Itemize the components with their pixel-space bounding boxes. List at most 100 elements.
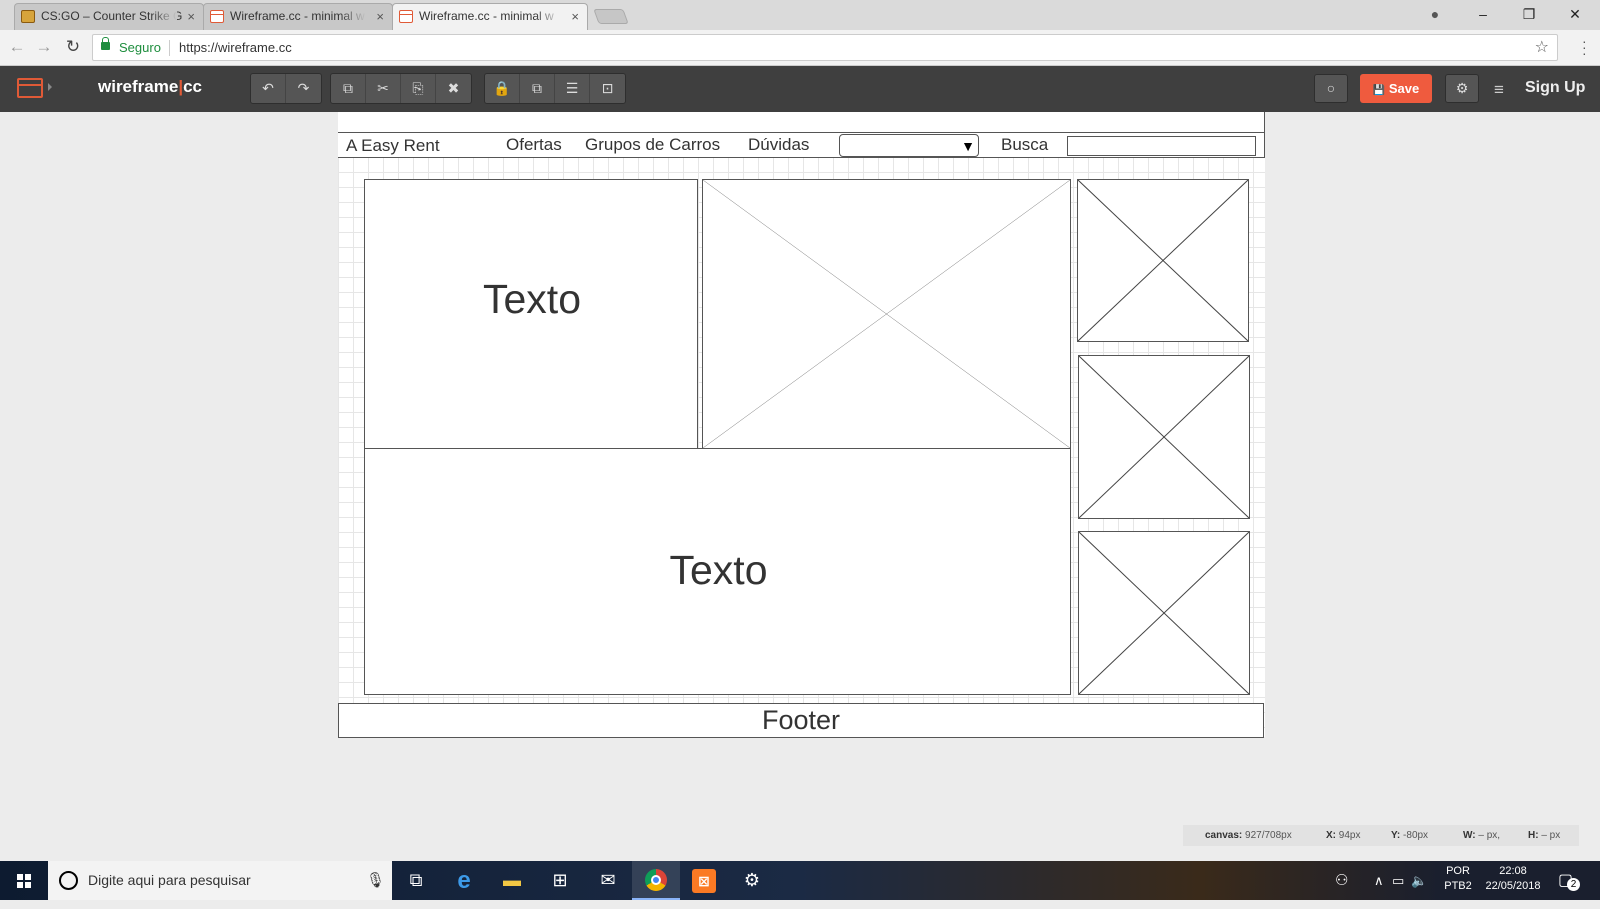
wireframe-favicon-icon: [399, 10, 413, 23]
placeholder-cross-icon: [1079, 356, 1249, 518]
search-label: Busca: [1001, 135, 1049, 154]
clock[interactable]: 22:08 22/05/2018: [1480, 865, 1546, 904]
lock-icon: [101, 37, 110, 50]
wireframe-navbar[interactable]: A Easy Rent Ofertas Grupos de Carros Dúv…: [338, 132, 1265, 158]
canvas-stage: A Easy Rent Ofertas Grupos de Carros Dúv…: [0, 112, 1600, 832]
tab-csgo[interactable]: CS:GO – Counter Strike G ×: [14, 3, 204, 30]
nav-link-duvidas: Dúvidas: [748, 135, 810, 154]
microphone-icon[interactable]: 🎙: [366, 871, 385, 889]
start-button[interactable]: [0, 861, 48, 900]
save-button[interactable]: 💾 Save: [1360, 74, 1432, 103]
tab-title: Wireframe.cc - minimal w: [419, 9, 554, 23]
mail-icon[interactable]: ✉: [584, 861, 632, 900]
canvas-size: 927/708px: [1245, 830, 1292, 841]
tab-wireframe-2[interactable]: Wireframe.cc - minimal w ×: [392, 3, 588, 30]
language-indicator[interactable]: POR PTB2: [1443, 865, 1473, 904]
h-value: – px: [1541, 830, 1561, 841]
arrange-group: 🔒 ⧉ ☰ ⊡: [484, 73, 626, 104]
volume-icon[interactable]: 🔈: [1411, 861, 1427, 900]
network-icon[interactable]: ▭: [1392, 861, 1404, 900]
taskbar-search[interactable]: Digite aqui para pesquisar 🎙: [48, 861, 392, 900]
align-button[interactable]: ☰: [555, 74, 590, 103]
image-placeholder-large[interactable]: [702, 179, 1071, 449]
paste-button[interactable]: ⎘: [401, 74, 436, 103]
status-bar: canvas: 927/708px X: 94px Y: -80px W: – …: [1183, 825, 1579, 846]
notifications-icon[interactable]: ▢ 2: [1558, 870, 1580, 909]
group-button[interactable]: ⊡: [590, 74, 625, 103]
restore-button[interactable]: ❐: [1506, 0, 1552, 28]
tab-close-icon[interactable]: ×: [187, 4, 195, 29]
page-menu-arrow-icon[interactable]: [48, 83, 52, 91]
cortana-icon: [59, 871, 78, 890]
tray-chevron-icon[interactable]: ∧: [1374, 861, 1384, 900]
omnibox[interactable]: Seguro https://wireframe.cc ☆: [92, 34, 1558, 61]
chrome-menu-icon[interactable]: · · ·: [1582, 34, 1587, 60]
top-strip[interactable]: [338, 112, 1265, 132]
image-placeholder-small-1[interactable]: [1077, 179, 1249, 342]
file-explorer-icon[interactable]: ▬: [488, 861, 536, 900]
address-bar-row: ← → ↻ Seguro https://wireframe.cc ☆ · · ·: [0, 30, 1600, 66]
xampp-icon[interactable]: ⊠: [680, 861, 728, 900]
store-icon[interactable]: ⊞: [536, 861, 584, 900]
minimize-button[interactable]: –: [1460, 0, 1506, 28]
placeholder-cross-icon: [703, 180, 1070, 448]
taskbar-search-placeholder: Digite aqui para pesquisar: [88, 872, 251, 888]
url-text[interactable]: https://wireframe.cc: [179, 35, 292, 60]
text-box-bottom[interactable]: Texto: [364, 448, 1071, 695]
bring-front-button[interactable]: ⧉: [520, 74, 555, 103]
history-group: ↶ ↷: [250, 73, 322, 104]
lock-button[interactable]: 🔒: [485, 74, 520, 103]
wireframe-toolbar: wireframe|cc ↶ ↷ ⧉ ✂ ⎘ ✖ 🔒 ⧉ ☰ ⊡ ○ 💾 Sav…: [0, 66, 1600, 112]
image-placeholder-small-2[interactable]: [1078, 355, 1250, 519]
dropdown-select[interactable]: ▼: [839, 134, 979, 157]
cut-button[interactable]: ✂: [366, 74, 401, 103]
tab-wireframe-1[interactable]: Wireframe.cc - minimal w ×: [203, 3, 393, 30]
redo-button[interactable]: ↷: [286, 74, 321, 103]
csgo-favicon-icon: [21, 10, 35, 23]
undo-button[interactable]: ↶: [251, 74, 286, 103]
security-label: Seguro: [119, 40, 161, 55]
tab-close-icon[interactable]: ×: [571, 4, 579, 29]
delete-button[interactable]: ✖: [436, 74, 471, 103]
nav-link-ofertas: Ofertas: [506, 135, 562, 154]
text-box-top[interactable]: Texto: [364, 179, 698, 449]
search-input[interactable]: [1067, 136, 1256, 156]
wireframe-canvas[interactable]: A Easy Rent Ofertas Grupos de Carros Dúv…: [338, 112, 1265, 738]
people-icon[interactable]: ⚇: [1335, 861, 1348, 900]
nav-link-grupos: Grupos de Carros: [585, 135, 721, 154]
close-window-button[interactable]: ✕: [1552, 0, 1598, 28]
x-value: 94px: [1338, 830, 1361, 841]
chrome-icon[interactable]: [632, 861, 680, 900]
image-placeholder-small-3[interactable]: [1078, 531, 1250, 695]
nav-brand: A Easy Rent: [346, 136, 440, 155]
edge-icon[interactable]: e: [440, 861, 488, 900]
back-button[interactable]: ←: [6, 36, 28, 58]
browser-tab-strip: CS:GO – Counter Strike G × Wireframe.cc …: [0, 0, 1600, 30]
duplicate-button[interactable]: ⧉: [331, 74, 366, 103]
windows-logo-icon: [17, 874, 31, 888]
placeholder-cross-icon: [1079, 532, 1249, 694]
notification-count-badge: 2: [1567, 878, 1580, 891]
app-brand: wireframe|cc: [98, 77, 203, 96]
forward-button[interactable]: →: [33, 36, 55, 58]
new-tab-button[interactable]: [593, 9, 629, 24]
sign-up-link[interactable]: Sign Up: [1525, 79, 1585, 97]
placeholder-cross-icon: [1078, 180, 1248, 341]
account-icon[interactable]: ●: [1412, 0, 1458, 28]
page-menu-icon[interactable]: [17, 78, 43, 98]
windows-taskbar: Digite aqui para pesquisar 🎙 ⧉ e ▬ ⊞ ✉ ⊠…: [0, 861, 1600, 900]
wireframe-favicon-icon: [210, 10, 224, 23]
save-icon: 💾: [1372, 85, 1386, 96]
tab-close-icon[interactable]: ×: [376, 4, 384, 29]
reload-button[interactable]: ↻: [62, 36, 84, 58]
comment-button[interactable]: ○: [1314, 74, 1348, 103]
w-value: – px,: [1478, 830, 1501, 841]
hamburger-menu-icon[interactable]: ≡: [1494, 80, 1504, 100]
bookmark-star-icon[interactable]: ☆: [1535, 35, 1549, 60]
settings-app-icon[interactable]: ⚙: [728, 861, 776, 900]
edit-group: ⧉ ✂ ⎘ ✖: [330, 73, 472, 104]
wireframe-footer[interactable]: Footer: [338, 703, 1264, 738]
text-block: Texto: [669, 547, 768, 593]
settings-button[interactable]: ⚙: [1445, 74, 1479, 103]
task-view-icon[interactable]: ⧉: [392, 861, 440, 900]
